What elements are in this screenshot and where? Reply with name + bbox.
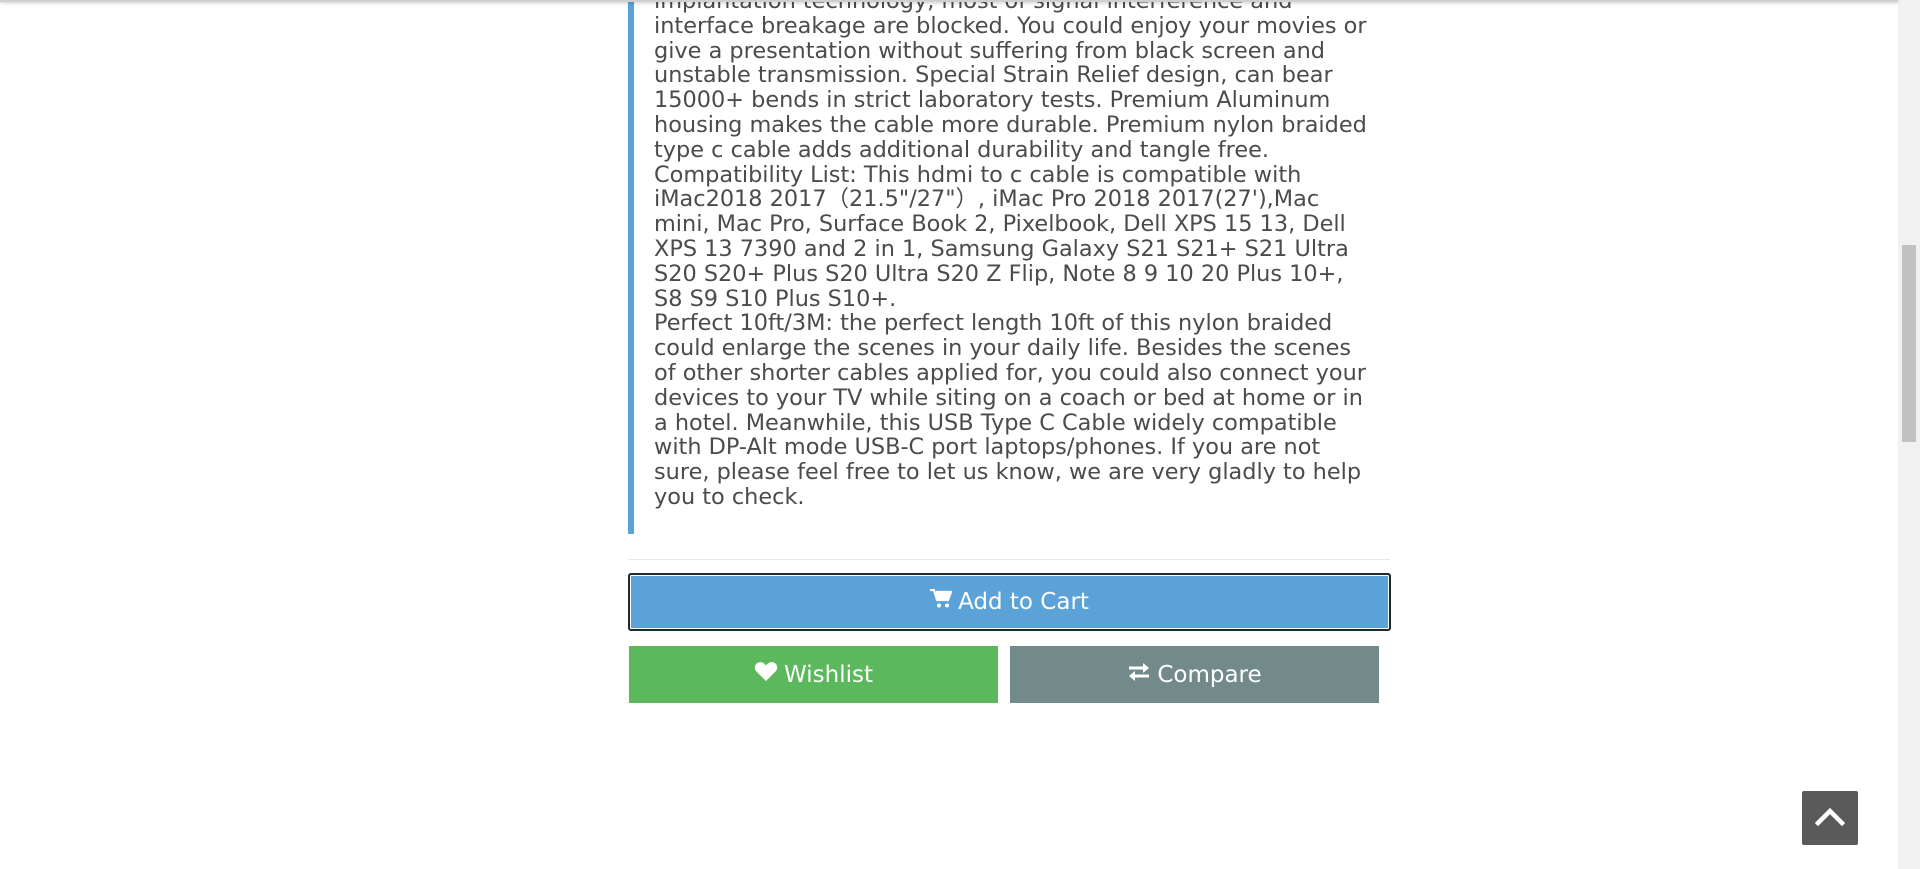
chevron-up-icon bbox=[1814, 806, 1846, 830]
exchange-icon bbox=[1127, 662, 1157, 688]
scroll-to-top-button[interactable] bbox=[1802, 791, 1858, 845]
heart-icon bbox=[754, 661, 784, 688]
description-paragraph-durability: implantation technology, most of signal … bbox=[654, 0, 1367, 163]
wishlist-label: Wishlist bbox=[784, 661, 873, 688]
add-to-cart-label: Add to Cart bbox=[958, 589, 1089, 615]
description-paragraph-length: Perfect 10ft/3M: the perfect length 10ft… bbox=[654, 310, 1366, 510]
scrollbar-thumb[interactable] bbox=[1902, 245, 1916, 442]
product-description: implantation technology, most of signal … bbox=[628, 0, 1368, 534]
compare-label: Compare bbox=[1157, 661, 1262, 688]
divider bbox=[628, 559, 1390, 560]
wishlist-button[interactable]: Wishlist bbox=[629, 646, 998, 703]
compare-button[interactable]: Compare bbox=[1010, 646, 1379, 703]
cart-icon bbox=[930, 588, 958, 615]
description-paragraph-compatibility: Compatibility List: This hdmi to c cable… bbox=[654, 161, 1349, 312]
add-to-cart-button[interactable]: Add to Cart bbox=[628, 573, 1391, 631]
top-bar-edge bbox=[0, 0, 1898, 2]
